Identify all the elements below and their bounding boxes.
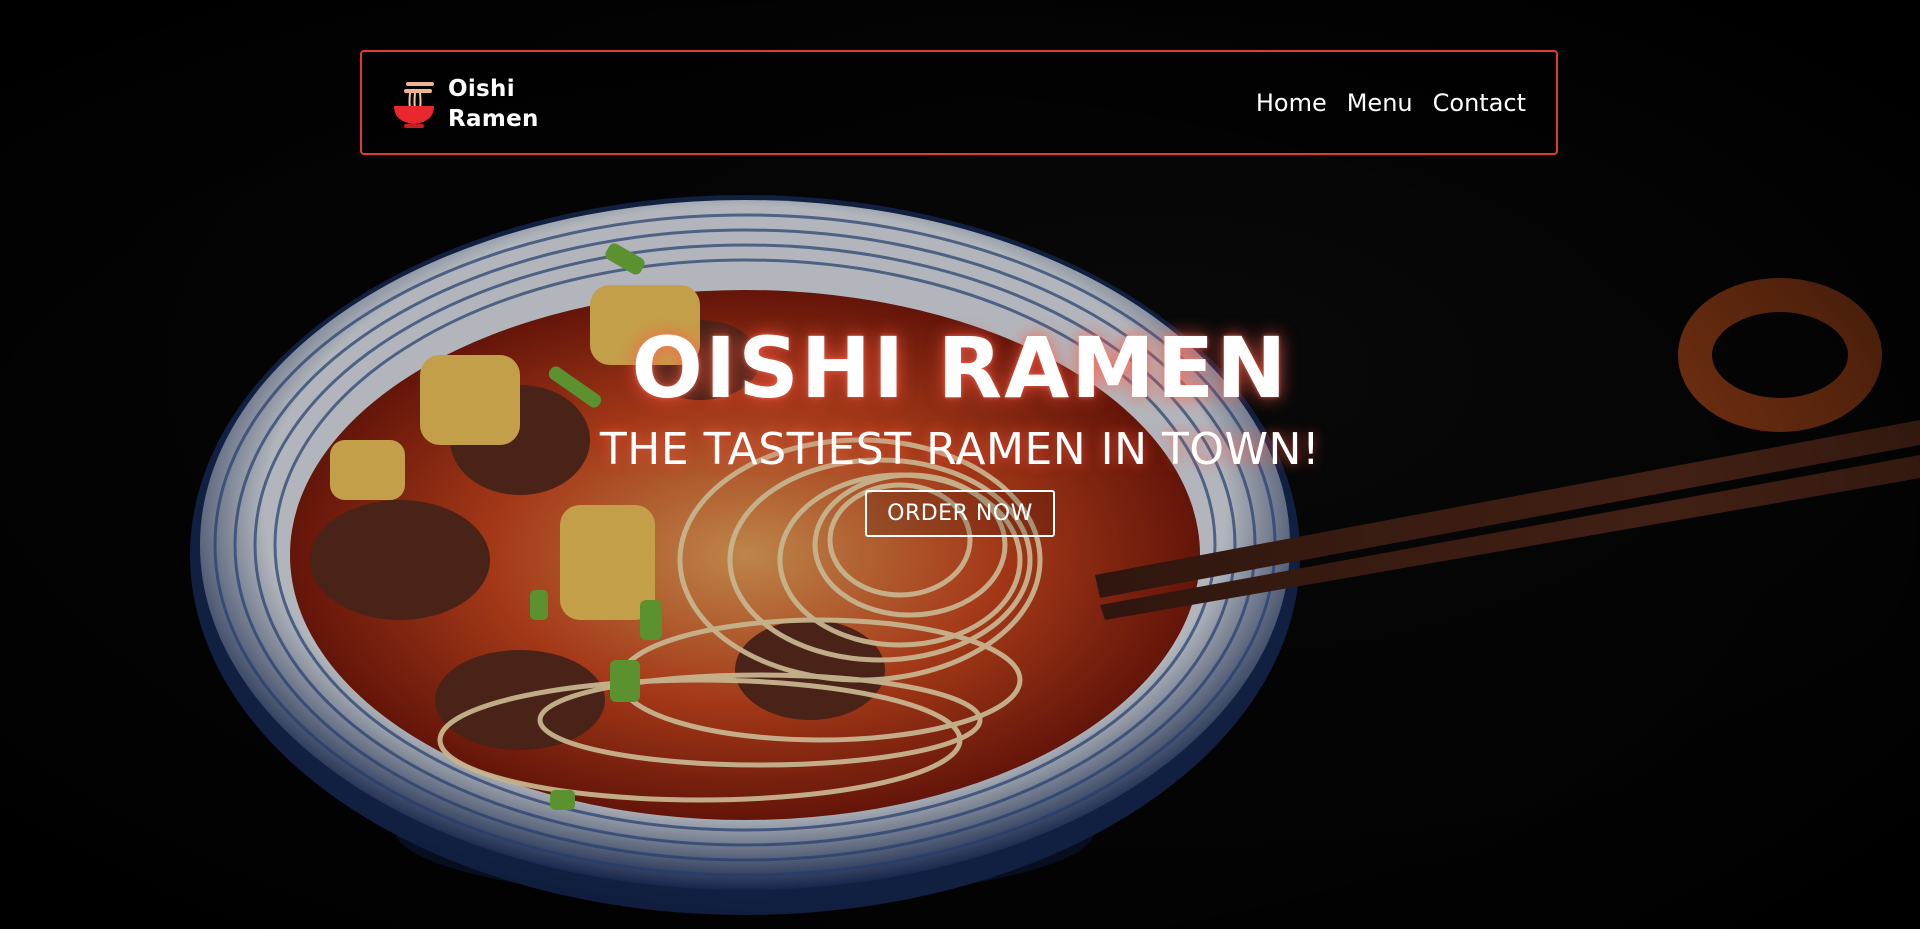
nav-link-contact[interactable]: Contact bbox=[1433, 89, 1526, 117]
brand-name-line2: Ramen bbox=[448, 106, 539, 132]
hero-title: OISHI RAMEN bbox=[631, 319, 1289, 417]
brand-name: Oishi Ramen bbox=[448, 74, 538, 134]
ramen-bowl-icon bbox=[394, 82, 434, 128]
order-now-button[interactable]: ORDER NOW bbox=[865, 490, 1055, 537]
nav-link-home[interactable]: Home bbox=[1256, 89, 1327, 117]
hero-section: OISHI RAMEN THE TASTIEST RAMEN IN TOWN! … bbox=[0, 318, 1920, 537]
nav-links: Home Menu Contact bbox=[1256, 52, 1526, 153]
hero-subtitle: THE TASTIEST RAMEN IN TOWN! bbox=[599, 424, 1321, 475]
brand-name-line1: Oishi bbox=[448, 76, 515, 102]
brand-link[interactable]: Oishi Ramen bbox=[392, 74, 538, 134]
nav-link-menu[interactable]: Menu bbox=[1347, 89, 1413, 117]
navbar: Oishi Ramen Home Menu Contact bbox=[360, 50, 1558, 155]
